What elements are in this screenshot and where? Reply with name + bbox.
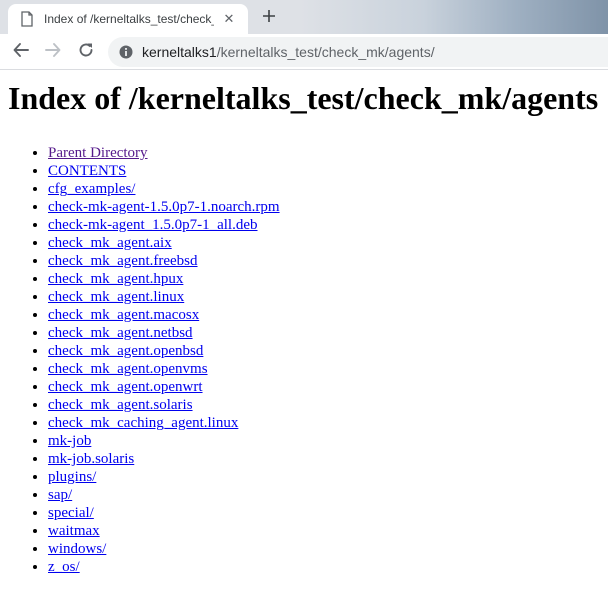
list-item: check_mk_agent.hpux — [48, 270, 608, 288]
list-item: check-mk-agent-1.5.0p7-1.noarch.rpm — [48, 198, 608, 216]
list-item: Parent Directory — [48, 144, 608, 162]
list-item: cfg_examples/ — [48, 180, 608, 198]
directory-listing: Parent Directory CONTENTS cfg_examples/che… — [0, 144, 608, 576]
back-arrow-icon — [12, 41, 30, 64]
file-link[interactable]: check_mk_agent.solaris — [48, 397, 193, 413]
list-item: check_mk_agent.netbsd — [48, 324, 608, 342]
tab-strip: Index of /kerneltalks_test/check_mk ✕ — [0, 0, 608, 34]
parent-directory-link[interactable]: Parent Directory — [48, 145, 148, 161]
list-item: sap/ — [48, 486, 608, 504]
tab-title: Index of /kerneltalks_test/check_mk — [44, 12, 214, 26]
file-link[interactable]: z_os/ — [48, 559, 80, 575]
tab-strip-background — [300, 0, 608, 34]
list-item: check_mk_agent.macosx — [48, 306, 608, 324]
list-item: check_mk_agent.openwrt — [48, 378, 608, 396]
page-title: Index of /kerneltalks_test/check_mk/agen… — [8, 80, 599, 116]
new-tab-button[interactable] — [256, 5, 282, 31]
forward-button[interactable] — [40, 39, 66, 65]
reload-icon — [77, 41, 95, 64]
list-item: plugins/ — [48, 468, 608, 486]
list-item: check_mk_agent.solaris — [48, 396, 608, 414]
file-link[interactable]: check_mk_agent.openvms — [48, 361, 208, 377]
list-item: CONTENTS — [48, 162, 608, 180]
list-item: check-mk-agent_1.5.0p7-1_all.deb — [48, 216, 608, 234]
list-item: check_mk_agent.openbsd — [48, 342, 608, 360]
file-link[interactable]: check_mk_caching_agent.linux — [48, 415, 238, 431]
browser-tab[interactable]: Index of /kerneltalks_test/check_mk ✕ — [8, 4, 248, 34]
list-item: check_mk_agent.freebsd — [48, 252, 608, 270]
list-item: check_mk_agent.aix — [48, 234, 608, 252]
close-icon[interactable]: ✕ — [220, 12, 238, 27]
file-link[interactable]: check_mk_agent.freebsd — [48, 253, 198, 269]
list-item: mk-job — [48, 432, 608, 450]
site-info-icon[interactable] — [118, 44, 134, 60]
file-link[interactable]: waitmax — [48, 523, 100, 539]
file-link[interactable]: check_mk_agent.hpux — [48, 271, 183, 287]
file-link[interactable]: special/ — [48, 505, 94, 521]
list-item: check_mk_agent.linux — [48, 288, 608, 306]
file-link[interactable]: check-mk-agent_1.5.0p7-1_all.deb — [48, 217, 258, 233]
file-link[interactable]: CONTENTS — [48, 163, 126, 179]
plus-icon — [262, 9, 276, 28]
file-link[interactable]: check_mk_agent.openwrt — [48, 379, 203, 395]
page-content: Index of /kerneltalks_test/check_mk/agen… — [0, 70, 608, 590]
url-host: kerneltalks1 — [142, 44, 217, 60]
file-link[interactable]: mk-job — [48, 433, 91, 449]
list-item: check_mk_agent.openvms — [48, 360, 608, 378]
file-link[interactable]: check_mk_agent.linux — [48, 289, 184, 305]
back-button[interactable] — [8, 39, 34, 65]
browser-toolbar: kerneltalks1/kerneltalks_test/check_mk/a… — [0, 34, 608, 70]
file-link[interactable]: check-mk-agent-1.5.0p7-1.noarch.rpm — [48, 199, 280, 215]
file-link[interactable]: check_mk_agent.aix — [48, 235, 172, 251]
url-path: /kerneltalks_test/check_mk/agents/ — [216, 44, 435, 60]
file-link[interactable]: cfg_examples/ — [48, 181, 135, 197]
file-link[interactable]: windows/ — [48, 541, 106, 557]
forward-arrow-icon — [44, 41, 62, 64]
file-link[interactable]: check_mk_agent.openbsd — [48, 343, 203, 359]
file-link[interactable]: mk-job.solaris — [48, 451, 134, 467]
document-icon — [20, 11, 34, 27]
address-bar[interactable]: kerneltalks1/kerneltalks_test/check_mk/a… — [108, 37, 608, 67]
list-item: mk-job.solaris — [48, 450, 608, 468]
list-item: waitmax — [48, 522, 608, 540]
reload-button[interactable] — [73, 39, 99, 65]
file-link[interactable]: sap/ — [48, 487, 72, 503]
list-item: special/ — [48, 504, 608, 522]
file-link[interactable]: plugins/ — [48, 469, 96, 485]
file-link[interactable]: check_mk_agent.macosx — [48, 307, 199, 323]
file-link[interactable]: check_mk_agent.netbsd — [48, 325, 193, 341]
list-item: z_os/ — [48, 558, 608, 576]
list-item: windows/ — [48, 540, 608, 558]
list-item: check_mk_caching_agent.linux — [48, 414, 608, 432]
